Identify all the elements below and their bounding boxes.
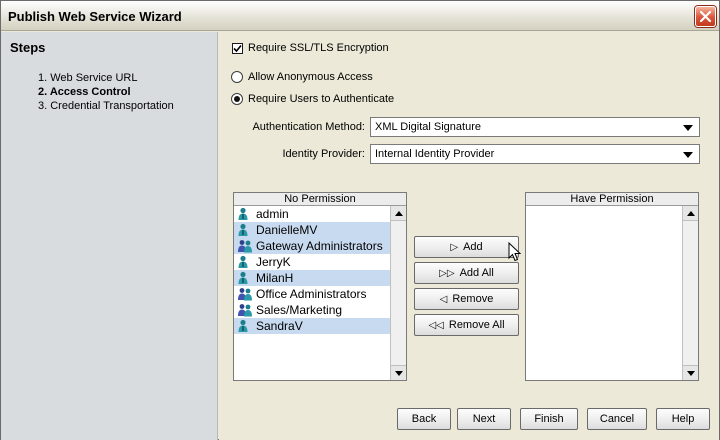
list-item-label: DanielleMV (256, 223, 318, 237)
require-ssl-option[interactable]: Require SSL/TLS Encryption (232, 42, 389, 54)
list-item-label: admin (256, 207, 289, 221)
remove-button[interactable]: ◁ Remove (414, 288, 519, 310)
close-button[interactable] (695, 6, 716, 27)
add-button-label: Add (463, 241, 483, 253)
window-title: Publish Web Service Wizard (8, 9, 182, 24)
allow-anonymous-label: Allow Anonymous Access (248, 71, 373, 83)
list-item[interactable]: JerryK (234, 254, 390, 270)
list-item[interactable]: Sales/Marketing (234, 302, 390, 318)
no-permission-header: No Permission (234, 193, 406, 206)
no-permission-scrollbar[interactable] (390, 206, 406, 380)
auth-method-label: Authentication Method: (252, 121, 365, 133)
have-permission-items (526, 206, 682, 380)
add-button[interactable]: ▷ Add (414, 236, 519, 258)
auth-method-select[interactable]: XML Digital Signature (370, 117, 700, 137)
require-ssl-label: Require SSL/TLS Encryption (248, 42, 389, 54)
scroll-up-button[interactable] (391, 206, 406, 221)
step-access-control: 2. Access Control (38, 86, 131, 98)
chevron-right-icon: ▷ (450, 241, 459, 253)
step-web-service-url: 1. Web Service URL (38, 72, 138, 84)
user-icon (237, 255, 253, 269)
arrow-up-icon (686, 210, 695, 216)
arrow-down-icon (686, 370, 695, 376)
arrow-down-icon (394, 370, 403, 376)
scroll-up-button[interactable] (683, 206, 698, 221)
list-item-label: SandraV (256, 319, 303, 333)
group-icon (237, 239, 253, 253)
list-item[interactable]: Office Administrators (234, 286, 390, 302)
list-item[interactable]: DanielleMV (234, 222, 390, 238)
steps-title: Steps (10, 40, 46, 55)
main-content: Require SSL/TLS Encryption Allow Anonymo… (219, 32, 719, 440)
list-item[interactable]: admin (234, 206, 390, 222)
mouse-cursor-icon (508, 242, 522, 262)
close-icon (700, 11, 711, 22)
group-icon (237, 287, 253, 301)
identity-provider-label: Identity Provider: (282, 148, 365, 160)
scroll-down-button[interactable] (683, 365, 698, 380)
user-icon (237, 271, 253, 285)
double-chevron-right-icon: ▷▷ (439, 267, 455, 279)
list-item-label: Sales/Marketing (256, 303, 343, 317)
scroll-down-button[interactable] (391, 365, 406, 380)
chevron-down-icon (683, 152, 693, 158)
require-auth-radio[interactable] (231, 93, 243, 105)
require-auth-label: Require Users to Authenticate (248, 93, 395, 105)
allow-anonymous-radio[interactable] (231, 71, 243, 83)
user-icon (237, 319, 253, 333)
wizard-window: Publish Web Service Wizard Steps 1. Web … (0, 0, 720, 440)
no-permission-items: admin DanielleMV Gateway Administrators Jer… (234, 206, 390, 380)
list-item-label: MilanH (256, 271, 294, 285)
chevron-left-icon: ◁ (439, 293, 448, 305)
step-credential-transportation: 3. Credential Transportation (38, 100, 174, 112)
have-permission-header: Have Permission (526, 193, 698, 206)
title-bar[interactable]: Publish Web Service Wizard (1, 1, 719, 31)
list-item[interactable]: MilanH (234, 270, 390, 286)
auth-method-value: XML Digital Signature (375, 121, 481, 133)
add-all-button[interactable]: ▷▷ Add All (414, 262, 519, 284)
list-item-label: JerryK (256, 255, 291, 269)
list-item[interactable]: SandraV (234, 318, 390, 334)
have-permission-scrollbar[interactable] (682, 206, 698, 380)
require-ssl-checkbox[interactable] (232, 42, 243, 54)
allow-anonymous-option[interactable]: Allow Anonymous Access (231, 71, 373, 83)
finish-button[interactable]: Finish (520, 408, 578, 430)
identity-provider-select[interactable]: Internal Identity Provider (370, 144, 700, 164)
list-item[interactable]: Gateway Administrators (234, 238, 390, 254)
have-permission-list[interactable]: Have Permission (525, 192, 699, 381)
remove-button-label: Remove (452, 293, 494, 305)
user-icon (237, 223, 253, 237)
list-item-label: Office Administrators (256, 287, 367, 301)
user-icon (237, 207, 253, 221)
require-auth-option[interactable]: Require Users to Authenticate (231, 93, 394, 105)
checkmark-icon (233, 44, 242, 52)
chevron-down-icon (683, 125, 693, 131)
remove-all-button[interactable]: ◁◁ Remove All (414, 314, 519, 336)
group-icon (237, 303, 253, 317)
next-button[interactable]: Next (457, 408, 511, 430)
cancel-button[interactable]: Cancel (587, 408, 647, 430)
help-button[interactable]: Help (656, 408, 710, 430)
steps-sidebar: Steps 1. Web Service URL 2. Access Contr… (1, 32, 218, 440)
arrow-up-icon (394, 210, 403, 216)
list-item-label: Gateway Administrators (256, 239, 383, 253)
double-chevron-left-icon: ◁◁ (428, 319, 444, 331)
back-button[interactable]: Back (397, 408, 451, 430)
no-permission-list[interactable]: No Permission admin DanielleMV Gateway Adm… (233, 192, 407, 381)
add-all-button-label: Add All (459, 267, 494, 279)
remove-all-button-label: Remove All (448, 319, 505, 331)
identity-provider-value: Internal Identity Provider (375, 148, 495, 160)
